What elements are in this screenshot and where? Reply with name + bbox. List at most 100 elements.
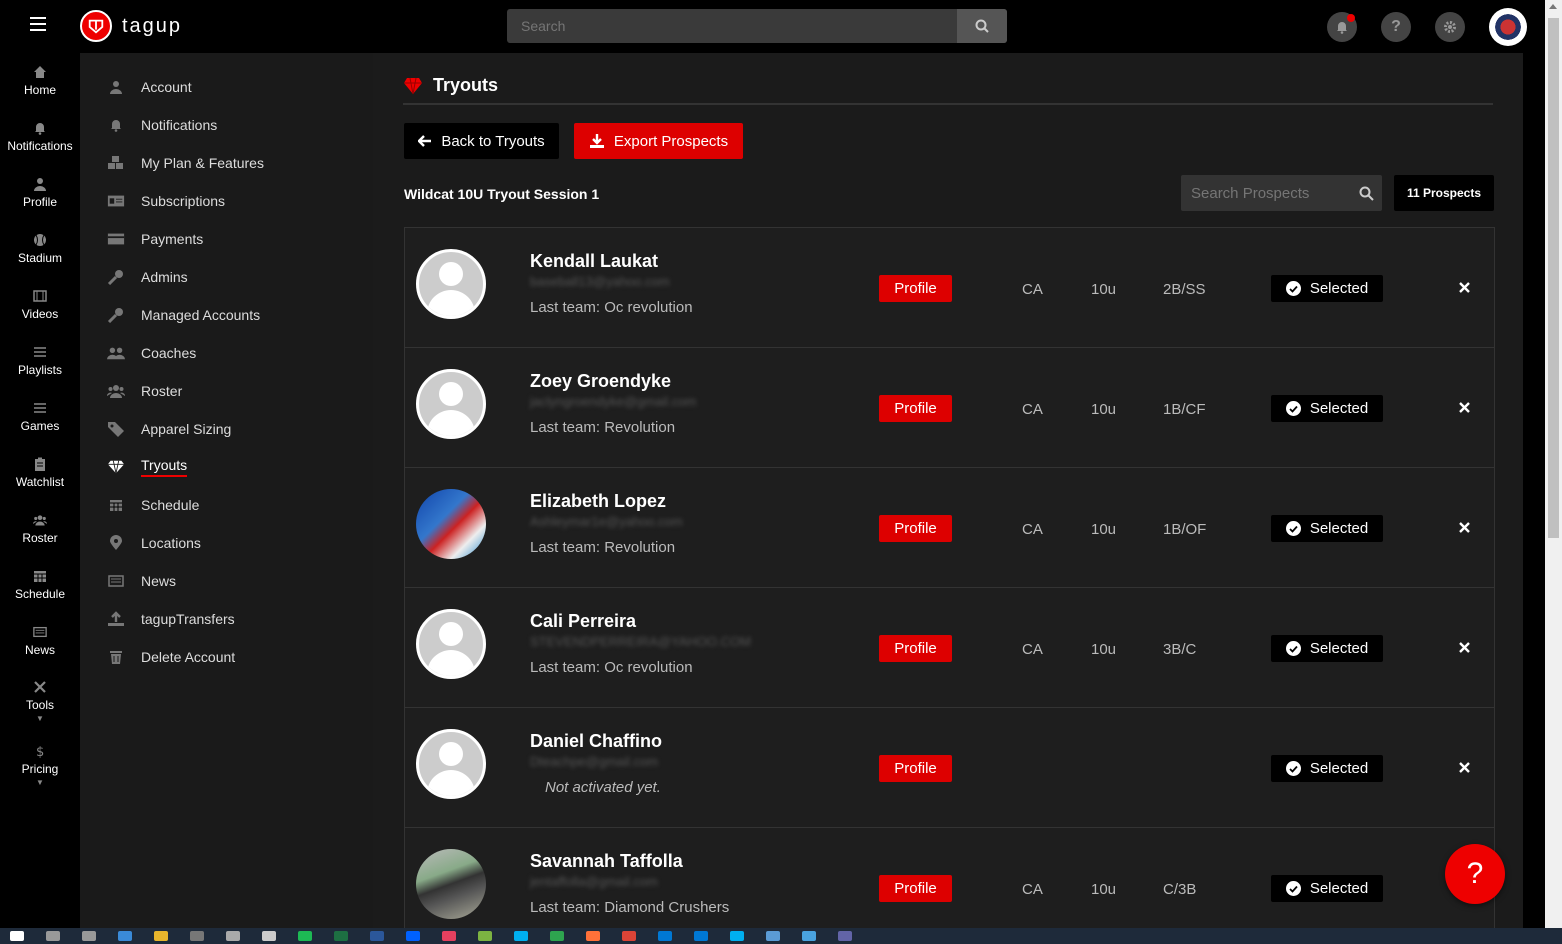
help-button[interactable]: ? bbox=[1381, 12, 1411, 42]
logo[interactable]: tagup bbox=[80, 10, 182, 42]
spotify-icon[interactable] bbox=[298, 931, 312, 941]
user-avatar[interactable] bbox=[1489, 8, 1527, 46]
prospect-search-button[interactable] bbox=[1350, 186, 1382, 201]
remove-prospect-button[interactable] bbox=[1455, 518, 1473, 536]
settings-item-tryouts[interactable]: Tryouts bbox=[80, 448, 373, 486]
avatar[interactable] bbox=[416, 729, 486, 799]
notifications-button[interactable] bbox=[1327, 12, 1357, 42]
settings-item-my-plan-features[interactable]: My Plan & Features bbox=[80, 144, 373, 182]
scrollbar[interactable] bbox=[1545, 0, 1562, 928]
app-icon[interactable] bbox=[190, 931, 204, 941]
prospect-name[interactable]: Savannah Taffolla bbox=[530, 851, 683, 872]
rail-item-playlists[interactable]: Playlists bbox=[0, 333, 80, 389]
selected-toggle-button[interactable]: Selected bbox=[1271, 395, 1383, 422]
app-icon[interactable] bbox=[694, 931, 708, 941]
rail-item-stadium[interactable]: Stadium bbox=[0, 221, 80, 277]
remove-prospect-button[interactable] bbox=[1455, 278, 1473, 296]
skype-icon[interactable] bbox=[730, 931, 744, 941]
settings-item-subscriptions[interactable]: Subscriptions bbox=[80, 182, 373, 220]
settings-item-delete-account[interactable]: Delete Account bbox=[80, 638, 373, 676]
task-view-icon[interactable] bbox=[82, 931, 96, 941]
profile-button[interactable]: Profile bbox=[879, 395, 952, 422]
settings-item-taguptransfers[interactable]: tagupTransfers bbox=[80, 600, 373, 638]
selected-toggle-button[interactable]: Selected bbox=[1271, 875, 1383, 902]
back-to-tryouts-button[interactable]: Back to Tryouts bbox=[404, 123, 559, 159]
skype-icon[interactable] bbox=[514, 931, 528, 941]
settings-button[interactable] bbox=[1435, 12, 1465, 42]
rail-item-roster[interactable]: Roster bbox=[0, 501, 80, 557]
app-icon[interactable] bbox=[478, 931, 492, 941]
printer-icon[interactable] bbox=[226, 931, 240, 941]
windows-start-icon[interactable] bbox=[10, 931, 24, 941]
prospect-name[interactable]: Daniel Chaffino bbox=[530, 731, 662, 752]
teams-icon[interactable] bbox=[838, 931, 852, 941]
mail-icon[interactable] bbox=[766, 931, 780, 941]
settings-item-schedule[interactable]: Schedule bbox=[80, 486, 373, 524]
avatar[interactable] bbox=[416, 849, 486, 919]
selected-toggle-button[interactable]: Selected bbox=[1271, 275, 1383, 302]
avatar[interactable] bbox=[416, 369, 486, 439]
rail-item-pricing[interactable]: $ Pricing ▼ bbox=[0, 733, 80, 797]
scroll-up-icon[interactable] bbox=[1549, 4, 1557, 9]
dropbox-icon[interactable] bbox=[406, 931, 420, 941]
remove-prospect-button[interactable] bbox=[1455, 638, 1473, 656]
prospect-name[interactable]: Kendall Laukat bbox=[530, 251, 658, 272]
help-fab-button[interactable]: ? bbox=[1445, 844, 1505, 904]
rail-item-home[interactable]: Home bbox=[0, 53, 80, 109]
scrollbar-thumb[interactable] bbox=[1548, 18, 1559, 538]
settings-item-notifications[interactable]: Notifications bbox=[80, 106, 373, 144]
app-icon[interactable] bbox=[262, 931, 276, 941]
excel-icon[interactable] bbox=[334, 931, 348, 941]
remove-prospect-button[interactable] bbox=[1455, 398, 1473, 416]
word-icon[interactable] bbox=[370, 931, 384, 941]
settings-item-account[interactable]: Account bbox=[80, 68, 373, 106]
search-icon[interactable] bbox=[46, 931, 60, 941]
instagram-icon[interactable] bbox=[442, 931, 456, 941]
caret-down-icon[interactable]: ▼ bbox=[36, 778, 44, 787]
prospect-search-input[interactable] bbox=[1181, 184, 1350, 202]
folder-icon[interactable] bbox=[154, 931, 168, 941]
caret-down-icon[interactable]: ▼ bbox=[36, 714, 44, 723]
rail-item-notifications[interactable]: Notifications bbox=[0, 109, 80, 165]
rail-item-watchlist[interactable]: Watchlist bbox=[0, 445, 80, 501]
rail-item-schedule[interactable]: Schedule bbox=[0, 557, 80, 613]
profile-button[interactable]: Profile bbox=[879, 755, 952, 782]
settings-item-news[interactable]: News bbox=[80, 562, 373, 600]
settings-item-coaches[interactable]: Coaches bbox=[80, 334, 373, 372]
global-search-button[interactable] bbox=[957, 9, 1007, 43]
settings-item-payments[interactable]: Payments bbox=[80, 220, 373, 258]
global-search-input[interactable] bbox=[507, 9, 957, 43]
firefox-icon[interactable] bbox=[586, 931, 600, 941]
rail-item-games[interactable]: Games bbox=[0, 389, 80, 445]
selected-toggle-button[interactable]: Selected bbox=[1271, 515, 1383, 542]
hamburger-menu-icon[interactable] bbox=[30, 17, 46, 31]
app-icon[interactable] bbox=[802, 931, 816, 941]
selected-toggle-button[interactable]: Selected bbox=[1271, 635, 1383, 662]
chrome-icon[interactable] bbox=[622, 931, 636, 941]
settings-item-roster[interactable]: Roster bbox=[80, 372, 373, 410]
prospect-name[interactable]: Zoey Groendyke bbox=[530, 371, 671, 392]
settings-item-admins[interactable]: Admins bbox=[80, 258, 373, 296]
avatar[interactable] bbox=[416, 489, 486, 559]
app-icon[interactable] bbox=[118, 931, 132, 941]
prospect-name[interactable]: Elizabeth Lopez bbox=[530, 491, 666, 512]
avatar[interactable] bbox=[416, 249, 486, 319]
profile-button[interactable]: Profile bbox=[879, 275, 952, 302]
profile-button[interactable]: Profile bbox=[879, 515, 952, 542]
remove-prospect-button[interactable] bbox=[1455, 758, 1473, 776]
rail-item-profile[interactable]: Profile bbox=[0, 165, 80, 221]
rail-item-videos[interactable]: Videos bbox=[0, 277, 80, 333]
prospect-name[interactable]: Cali Perreira bbox=[530, 611, 636, 632]
rail-item-news[interactable]: News bbox=[0, 613, 80, 669]
avatar[interactable] bbox=[416, 609, 486, 679]
rail-item-tools[interactable]: Tools ▼ bbox=[0, 669, 80, 733]
selected-toggle-button[interactable]: Selected bbox=[1271, 755, 1383, 782]
settings-item-managed-accounts[interactable]: Managed Accounts bbox=[80, 296, 373, 334]
export-prospects-button[interactable]: Export Prospects bbox=[574, 123, 743, 159]
settings-item-apparel-sizing[interactable]: Apparel Sizing bbox=[80, 410, 373, 448]
profile-button[interactable]: Profile bbox=[879, 635, 952, 662]
app-icon[interactable] bbox=[550, 931, 564, 941]
profile-button[interactable]: Profile bbox=[879, 875, 952, 902]
settings-item-locations[interactable]: Locations bbox=[80, 524, 373, 562]
outlook-icon[interactable] bbox=[658, 931, 672, 941]
